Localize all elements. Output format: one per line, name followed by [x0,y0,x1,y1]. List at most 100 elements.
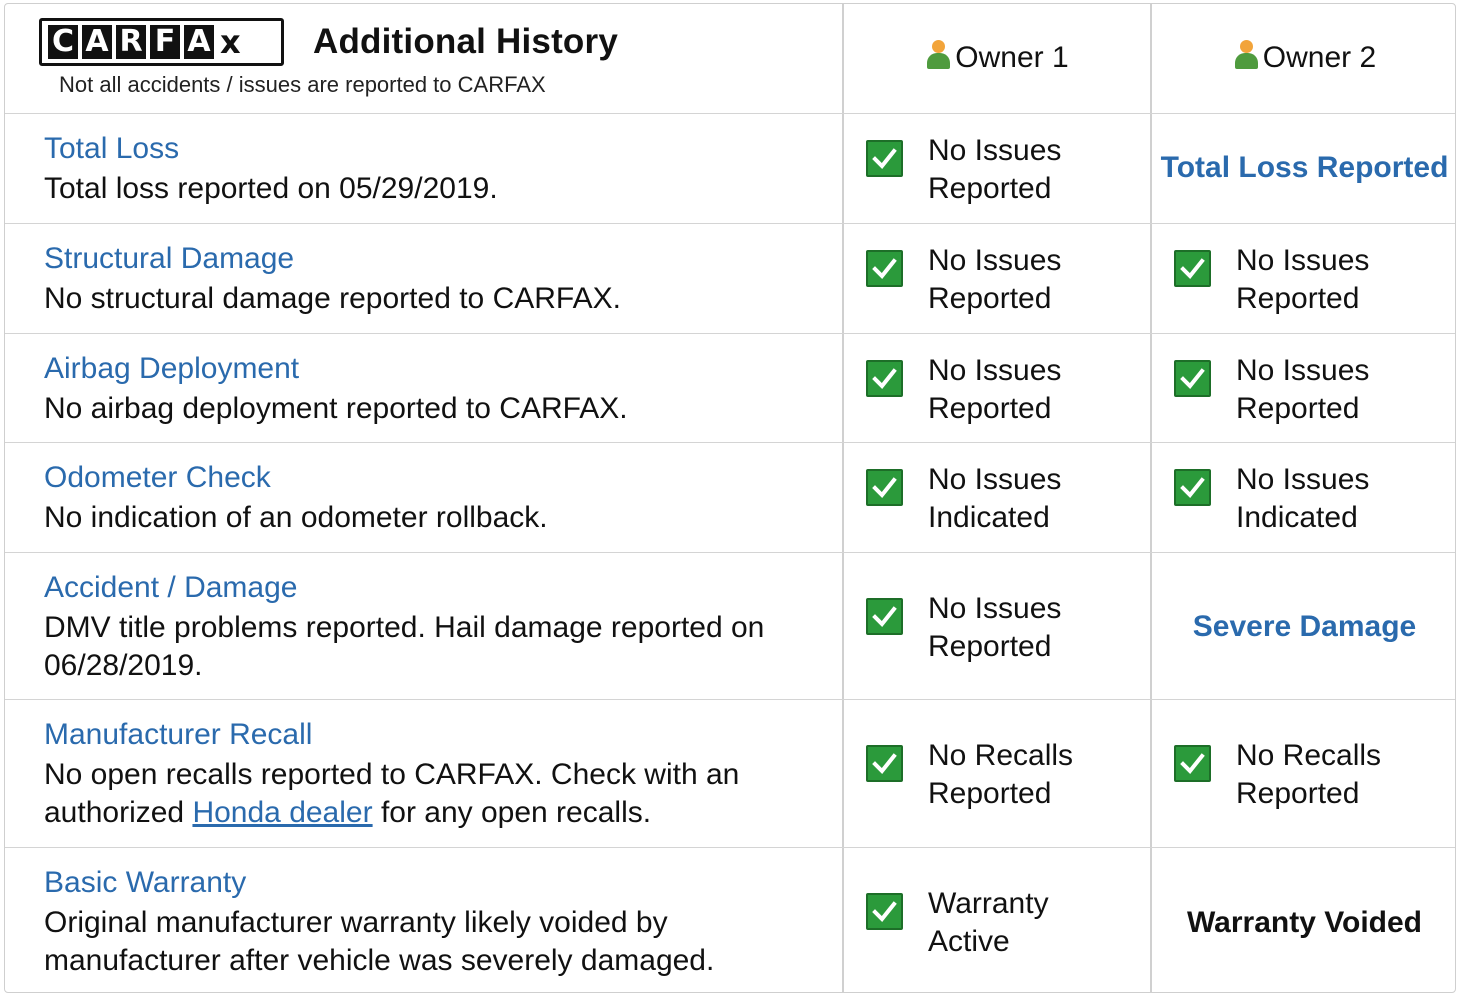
checkmark-icon [1174,250,1211,287]
checkmark-icon [866,745,903,782]
category-description: No airbag deployment reported to CARFAX. [44,392,628,425]
owner2-cell: No Issues Indicated [1150,443,1455,552]
checkmark-icon [1174,745,1211,782]
owner1-status: No Issues Reported [928,132,1061,208]
checkmark-icon [1174,360,1211,397]
checkmark-icon [866,893,903,930]
category-cell: Structural Damage No structural damage r… [5,224,842,333]
logo-letter: A [82,25,112,59]
status-line: Reported [928,392,1052,425]
description-text: for any open recalls. [380,796,652,829]
status-line: Reported [1236,777,1360,810]
table-header: C A R F A x Additional History Not all a… [5,4,1455,113]
category-link[interactable]: Structural Damage [44,242,294,276]
logo-letter: C [48,25,78,59]
table-row: Structural Damage No structural damage r… [5,223,1455,333]
description-text: authorized [44,796,185,829]
logo-letter: R [116,25,146,59]
category-cell: Odometer Check No indication of an odome… [5,443,842,552]
description-line: 06/28/2019. [44,649,203,682]
owner2-cell: No Recalls Reported [1150,700,1455,847]
person-icon [1233,40,1259,70]
status-line: No Issues [928,134,1062,167]
table-row: Manufacturer Recall No open recalls repo… [5,699,1455,847]
logo-letter: x [220,23,241,61]
status-line: Active [928,925,1010,958]
owner1-cell: No Issues Reported [842,224,1150,333]
table-row: Total Loss Total loss reported on 05/29/… [5,113,1455,223]
category-link[interactable]: Airbag Deployment [44,352,299,386]
section-subtitle: Not all accidents / issues are reported … [59,72,546,97]
owner2-status: No Issues Indicated [1236,461,1369,537]
owner1-cell: No Issues Indicated [842,443,1150,552]
logo-letter: F [150,25,180,59]
status-line: Indicated [928,501,1050,534]
owner2-header-cell: Owner 2 [1150,4,1455,113]
owner2-status[interactable]: Severe Damage [1152,610,1455,644]
owner1-status: No Issues Indicated [928,461,1061,537]
person-icon [925,40,951,70]
table-row: Airbag Deployment No airbag deployment r… [5,333,1455,442]
status-line: No Recalls [1236,739,1382,772]
status-line: No Issues [928,354,1062,387]
status-line: Reported [1236,282,1360,315]
category-link[interactable]: Odometer Check [44,461,271,495]
category-description: Total loss reported on 05/29/2019. [44,172,498,205]
additional-history-table: C A R F A x Additional History Not all a… [4,3,1456,993]
status-line: No Issues [928,244,1062,277]
owner1-status: No Issues Reported [928,242,1061,318]
description-line: No open recalls reported to CARFAX. Chec… [44,758,740,791]
owner2-status[interactable]: Total Loss Reported [1152,151,1455,185]
description-line: DMV title problems reported. Hail damage… [44,611,765,644]
owner1-cell: Warranty Active [842,848,1150,992]
owner1-cell: No Issues Reported [842,114,1150,223]
checkmark-icon [866,140,903,177]
owner1-status: No Recalls Reported [928,737,1073,813]
owner2-header: Owner 2 [1152,40,1455,75]
owner2-cell: Warranty Voided [1150,848,1455,992]
status-line: No Issues [928,592,1062,625]
owner1-cell: No Issues Reported [842,553,1150,699]
status-line: Reported [928,777,1052,810]
section-title: Additional History [313,22,618,61]
status-line: Reported [928,630,1052,663]
table-row: Basic Warranty Original manufacturer war… [5,847,1455,992]
category-cell: Total Loss Total loss reported on 05/29/… [5,114,842,223]
status-line: Reported [928,282,1052,315]
category-description: No indication of an odometer rollback. [44,501,548,534]
owner1-cell: No Recalls Reported [842,700,1150,847]
owner2-cell: No Issues Reported [1150,334,1455,442]
owner2-cell: Total Loss Reported [1150,114,1455,223]
description-line: Original manufacturer warranty likely vo… [44,906,668,939]
checkmark-icon [866,598,903,635]
status-line: No Recalls [928,739,1074,772]
category-description: No structural damage reported to CARFAX. [44,282,621,315]
carfax-logo: C A R F A x [39,18,284,66]
description-line: authorized Honda dealer for any open rec… [44,794,824,832]
owner1-header: Owner 1 [844,40,1150,75]
status-line: Reported [928,172,1052,205]
category-link[interactable]: Accident / Damage [44,571,297,605]
category-description: No open recalls reported to CARFAX. Chec… [44,756,824,832]
status-line: Indicated [1236,501,1358,534]
category-description: DMV title problems reported. Hail damage… [44,609,824,685]
status-line: No Issues [928,463,1062,496]
status-line: No Issues [1236,354,1370,387]
category-cell: Accident / Damage DMV title problems rep… [5,553,842,699]
owner1-status: No Issues Reported [928,590,1061,666]
category-cell: Airbag Deployment No airbag deployment r… [5,334,842,442]
description-line: manufacturer after vehicle was severely … [44,944,715,977]
owner1-status: No Issues Reported [928,352,1061,428]
category-link[interactable]: Basic Warranty [44,866,246,900]
category-link[interactable]: Manufacturer Recall [44,718,312,752]
honda-dealer-link[interactable]: Honda dealer [192,796,372,829]
table-row: Accident / Damage DMV title problems rep… [5,552,1455,699]
status-line: No Issues [1236,244,1370,277]
table-row: Odometer Check No indication of an odome… [5,442,1455,552]
owner1-cell: No Issues Reported [842,334,1150,442]
checkmark-icon [866,250,903,287]
category-link[interactable]: Total Loss [44,132,179,166]
owner1-label: Owner 1 [955,41,1069,74]
logo-letter: A [184,25,214,59]
checkmark-icon [866,469,903,506]
